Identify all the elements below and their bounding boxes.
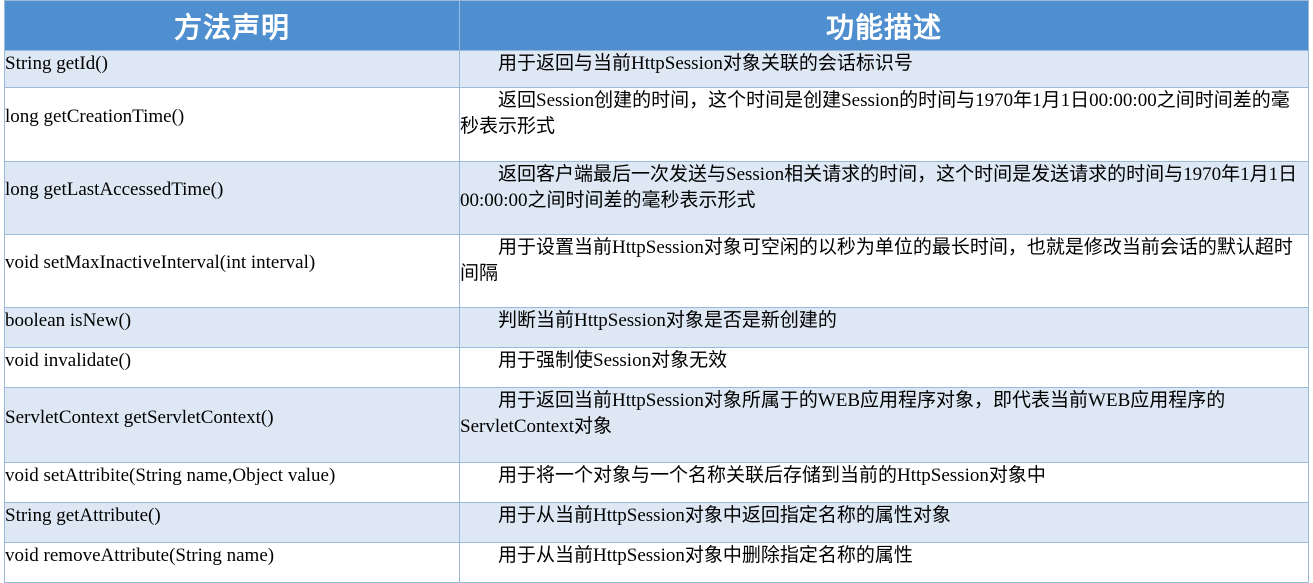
table-row: void invalidate() 用于强制使Session对象无效: [4, 347, 1309, 388]
method-cell: void removeAttribute(String name): [4, 542, 460, 583]
table-row: void removeAttribute(String name) 用于从当前H…: [4, 542, 1309, 583]
table-row: boolean isNew() 判断当前HttpSession对象是否是新创建的: [4, 307, 1309, 348]
table-row: long getCreationTime() 返回Session创建的时间，这个…: [4, 87, 1309, 162]
method-cell: String getAttribute(): [4, 502, 460, 543]
method-cell: String getId(): [4, 50, 460, 88]
method-cell: ServletContext getServletContext(): [4, 387, 460, 463]
description-cell: 用于返回与当前HttpSession对象关联的会话标识号: [459, 50, 1309, 88]
description-cell: 返回客户端最后一次发送与Session相关请求的时间，这个时间是发送请求的时间与…: [459, 161, 1309, 235]
method-cell: long getLastAccessedTime(): [4, 161, 460, 235]
column-header-method: 方法声明: [4, 0, 460, 51]
method-cell: long getCreationTime(): [4, 87, 460, 162]
method-cell: void invalidate(): [4, 347, 460, 388]
description-cell: 用于将一个对象与一个名称关联后存储到当前的HttpSession对象中: [459, 462, 1309, 503]
description-cell: 用于设置当前HttpSession对象可空闲的以秒为单位的最长时间，也就是修改当…: [459, 234, 1309, 308]
description-cell: 判断当前HttpSession对象是否是新创建的: [459, 307, 1309, 348]
table-row: long getLastAccessedTime() 返回客户端最后一次发送与S…: [4, 161, 1309, 235]
description-cell: 用于强制使Session对象无效: [459, 347, 1309, 388]
table-row: void setMaxInactiveInterval(int interval…: [4, 234, 1309, 308]
description-cell: 用于从当前HttpSession对象中删除指定名称的属性: [459, 542, 1309, 583]
description-cell: 返回Session创建的时间，这个时间是创建Session的时间与1970年1月…: [459, 87, 1309, 162]
table-row: String getAttribute() 用于从当前HttpSession对象…: [4, 502, 1309, 543]
table-row: String getId() 用于返回与当前HttpSession对象关联的会话…: [4, 50, 1309, 88]
description-cell: 用于从当前HttpSession对象中返回指定名称的属性对象: [459, 502, 1309, 543]
table-header-row: 方法声明 功能描述: [4, 0, 1309, 51]
column-header-description: 功能描述: [459, 0, 1309, 51]
method-cell: boolean isNew(): [4, 307, 460, 348]
method-cell: void setAttribite(String name,Object val…: [4, 462, 460, 503]
session-methods-table: 方法声明 功能描述 String getId() 用于返回与当前HttpSess…: [4, 0, 1309, 583]
description-cell: 用于返回当前HttpSession对象所属于的WEB应用程序对象，即代表当前WE…: [459, 387, 1309, 463]
table-row: void setAttribite(String name,Object val…: [4, 462, 1309, 503]
table-row: ServletContext getServletContext() 用于返回当…: [4, 387, 1309, 463]
method-cell: void setMaxInactiveInterval(int interval…: [4, 234, 460, 308]
